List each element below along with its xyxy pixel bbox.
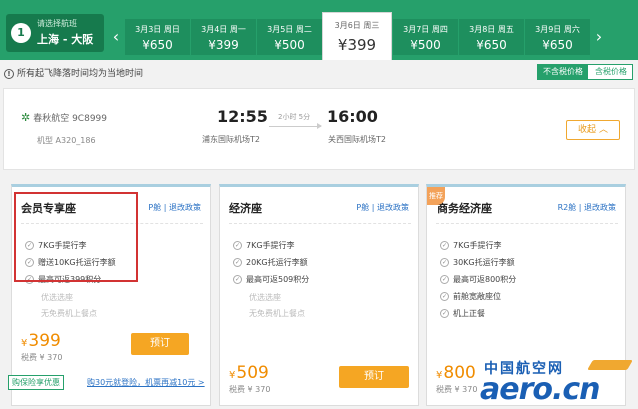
fare-price: ¥399 xyxy=(21,331,61,351)
prev-dates-arrow-icon[interactable]: ‹ xyxy=(108,19,124,55)
fare-policy-link[interactable]: P舱 | 退改政策 xyxy=(148,202,201,213)
date-tab-0303[interactable]: 3月3日 周日 ¥650 xyxy=(125,19,190,55)
notice-text: 所有起飞降落时间均为当地时间 xyxy=(17,69,144,79)
recommend-badge: 推荐 xyxy=(427,187,445,205)
check-icon: ✓ xyxy=(233,241,242,250)
check-icon: ✓ xyxy=(233,258,242,267)
refund-policy: 退改政策 xyxy=(377,203,409,212)
check-icon: ✓ xyxy=(440,275,449,284)
date-selector-bar: 1 请选择航班 上海 - 大阪 ‹ 3月3日 周日 ¥650 3月4日 周一 ¥… xyxy=(0,0,638,60)
date-tab-0308[interactable]: 3月8日 周五 ¥650 xyxy=(459,19,524,55)
fare-tax: 税费 ¥ 370 xyxy=(21,353,63,362)
watermark-en: aero.cn xyxy=(480,372,601,407)
check-icon: ✓ xyxy=(440,292,449,301)
chevron-up-icon: ︿ xyxy=(598,125,608,135)
route-label: 上海 - 大阪 xyxy=(37,33,94,46)
date-tab-price: ¥650 xyxy=(142,38,173,52)
date-tab-label: 3月3日 周日 xyxy=(135,25,180,34)
cabin-class: P舱 xyxy=(148,203,162,212)
refund-policy: 退改政策 xyxy=(169,203,201,212)
fare-unavailable-feature: 优选选座 xyxy=(249,293,281,302)
aircraft-model: 机型 A320_186 xyxy=(37,136,96,145)
date-tab-price: ¥500 xyxy=(410,38,441,52)
exclamation-icon: ! xyxy=(4,69,14,79)
fare-policy-link[interactable]: P舱 | 退改政策 xyxy=(356,202,409,213)
fare-feature: ✓ 7KG手提行李 xyxy=(440,241,502,250)
fare-name: 商务经济座 xyxy=(437,202,492,215)
fare-feature: ✓ 7KG手提行李 xyxy=(233,241,295,250)
duration-arrow-icon xyxy=(269,123,322,129)
arrival-time: 16:00 xyxy=(327,107,378,126)
divider xyxy=(229,223,411,224)
flight-info-panel: ✲ 春秋航空 9C8999 机型 A320_186 12:55 2小时 5分 16… xyxy=(3,88,635,170)
insurance-promo-badge[interactable]: 购保险享优惠 xyxy=(8,375,64,390)
fare-tax: 税费 ¥ 370 xyxy=(229,385,271,394)
airline-info: ✲ 春秋航空 9C8999 xyxy=(21,111,107,124)
step-caption: 请选择航班 xyxy=(37,19,77,28)
refund-policy: 退改政策 xyxy=(584,203,616,212)
fare-price: ¥800 xyxy=(436,363,476,383)
next-dates-arrow-icon[interactable]: › xyxy=(591,19,607,55)
departure-time: 12:55 xyxy=(217,107,268,126)
date-tab-price: ¥399 xyxy=(208,38,239,52)
cabin-class: R2舱 xyxy=(557,203,577,212)
airline-flight-number: 春秋航空 9C8999 xyxy=(33,114,107,124)
plane-icon xyxy=(587,360,633,370)
fare-feature: ✓ 最高可返509积分 xyxy=(233,275,310,284)
check-icon: ✓ xyxy=(440,241,449,250)
cabin-class: P舱 xyxy=(356,203,370,212)
fare-unavailable-feature: 无免费机上餐点 xyxy=(41,309,97,318)
date-tab-label: 3月5日 周二 xyxy=(267,25,312,34)
fare-feature: ✓ 20KG托运行李额 xyxy=(233,258,308,267)
watermark-logo: 中国航空网 aero.cn xyxy=(478,358,638,409)
collapse-button[interactable]: 收起 ︿ xyxy=(566,120,620,140)
fare-feature: ✓ 前舱宽敞座位 xyxy=(440,292,501,301)
date-tab-label: 3月6日 周三 xyxy=(334,21,380,30)
include-tax-price-option[interactable]: 含税价格 xyxy=(590,65,632,79)
fare-unavailable-feature: 无免费机上餐点 xyxy=(249,309,305,318)
divider xyxy=(436,223,618,224)
check-icon: ✓ xyxy=(440,258,449,267)
fare-tax: 税费 ¥ 370 xyxy=(436,385,478,394)
departure-airport: 浦东国际机场T2 xyxy=(202,135,260,144)
check-icon: ✓ xyxy=(440,309,449,318)
date-tab-label: 3月4日 周一 xyxy=(201,25,246,34)
date-tab-0305[interactable]: 3月5日 周二 ¥500 xyxy=(257,19,322,55)
book-button[interactable]: 预订 xyxy=(339,366,409,388)
date-tab-0306-selected[interactable]: 3月6日 周三 ¥399 xyxy=(322,12,392,60)
fare-unavailable-feature: 优选选座 xyxy=(41,293,73,302)
price-toggle: 不含税价格 含税价格 xyxy=(537,64,633,80)
date-tab-price: ¥399 xyxy=(337,36,377,54)
date-tab-price: ¥650 xyxy=(542,38,573,52)
fare-feature: ✓ 最高可返800积分 xyxy=(440,275,517,284)
date-tab-0309[interactable]: 3月9日 周六 ¥650 xyxy=(525,19,590,55)
exclude-tax-price-option[interactable]: 不含税价格 xyxy=(538,65,588,79)
fare-feature: ✓ 30KG托运行李额 xyxy=(440,258,515,267)
fare-card-economy: 经济座 P舱 | 退改政策 ✓ 7KG手提行李 ✓ 20KG托运行李额 ✓ 最高可返5… xyxy=(219,184,419,406)
fare-policy-link[interactable]: R2舱 | 退改政策 xyxy=(558,202,616,213)
flight-duration: 2小时 5分 xyxy=(278,113,311,121)
fare-name: 经济座 xyxy=(229,202,262,215)
local-time-notice: ! 所有起飞降落时间均为当地时间 xyxy=(4,66,143,79)
date-tab-0307[interactable]: 3月7日 周四 ¥500 xyxy=(393,19,458,55)
highlight-box xyxy=(14,192,138,282)
date-tab-label: 3月9日 周六 xyxy=(535,25,580,34)
fare-feature: ✓ 机上正餐 xyxy=(440,309,485,318)
check-icon: ✓ xyxy=(233,275,242,284)
route-box: 1 请选择航班 上海 - 大阪 xyxy=(6,14,104,52)
date-tab-label: 3月8日 周五 xyxy=(469,25,514,34)
date-tab-price: ¥500 xyxy=(274,38,305,52)
step-number: 1 xyxy=(11,23,31,43)
date-tab-0304[interactable]: 3月4日 周一 ¥399 xyxy=(191,19,256,55)
date-tab-price: ¥650 xyxy=(476,38,507,52)
spring-airlines-logo-icon: ✲ xyxy=(21,111,31,124)
arrival-airport: 关西国际机场T2 xyxy=(328,135,386,144)
book-button[interactable]: 预订 xyxy=(131,333,189,355)
insurance-promo-link[interactable]: 购30元就登险，机票再减10元 > xyxy=(87,377,205,388)
collapse-label: 收起 xyxy=(578,125,597,135)
fare-price: ¥509 xyxy=(229,363,269,383)
date-tab-label: 3月7日 周四 xyxy=(403,25,448,34)
